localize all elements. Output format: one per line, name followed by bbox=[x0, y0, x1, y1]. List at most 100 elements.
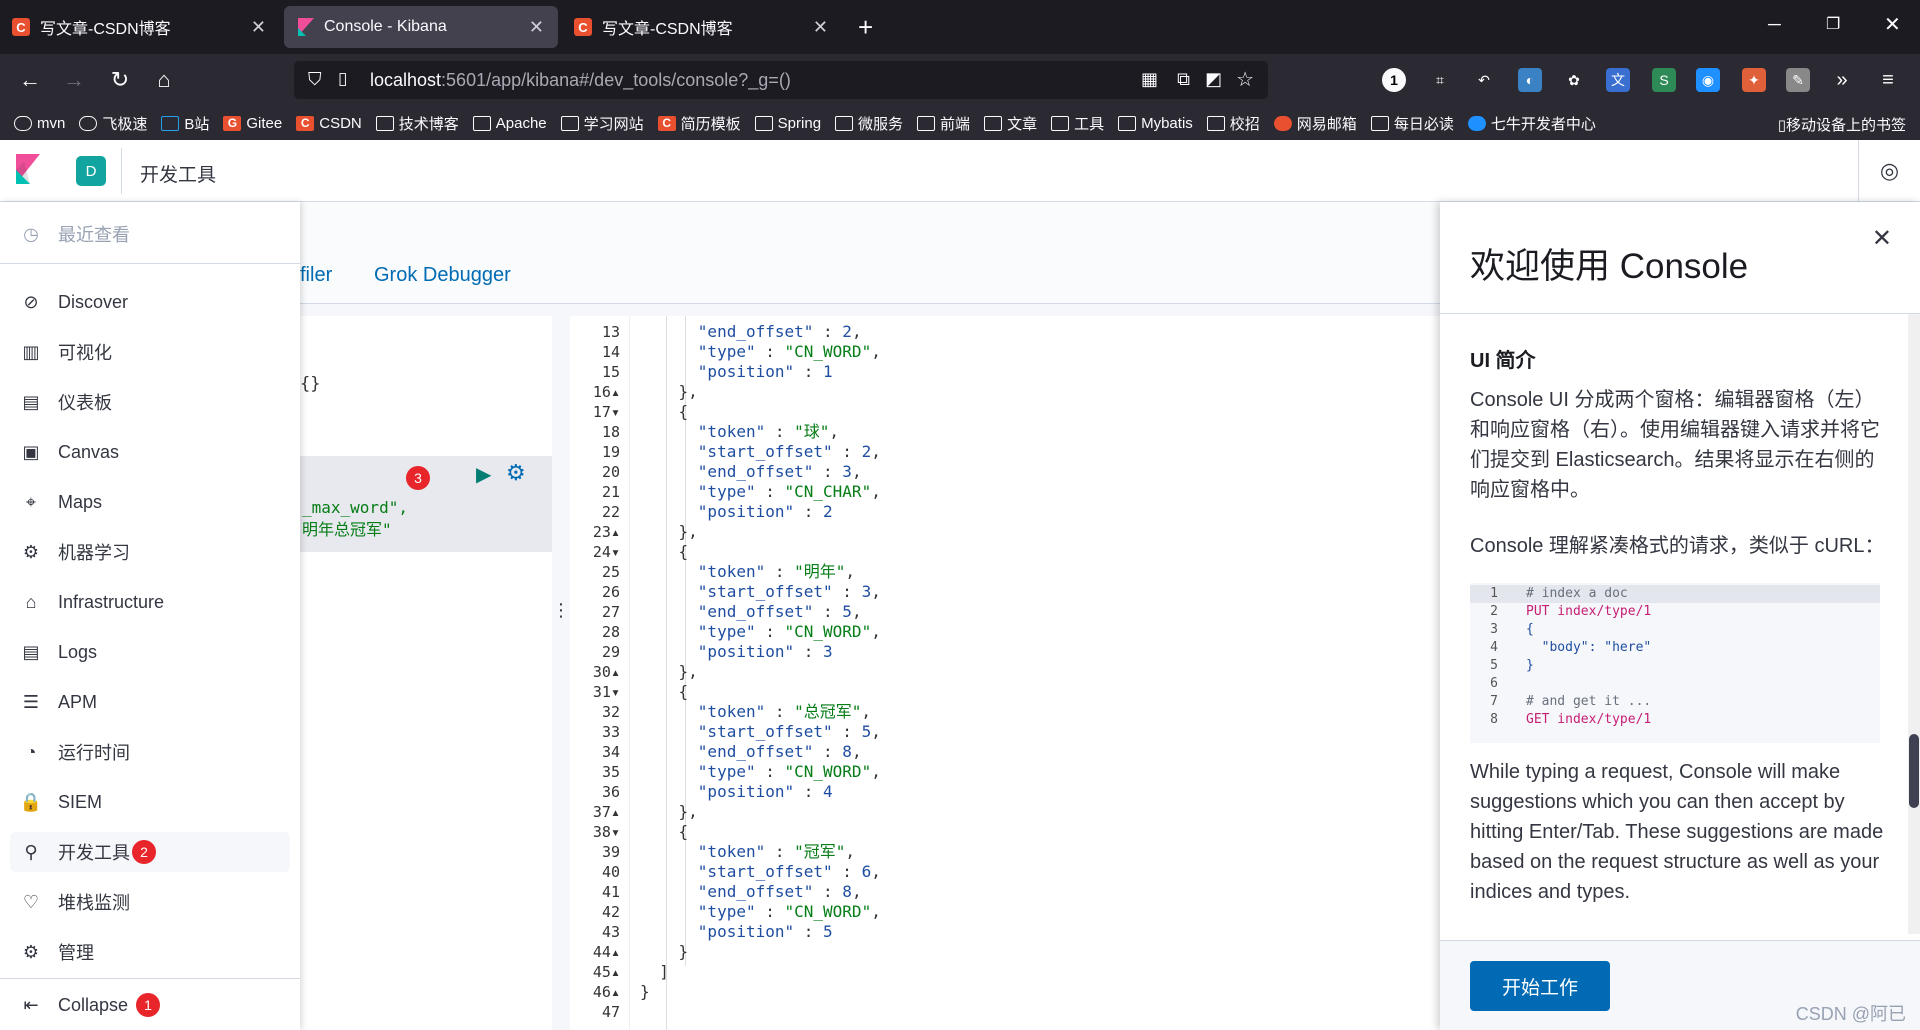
editor-active-request[interactable]: 3 ▶ ⚙ _max_word", 明年总冠军" bbox=[300, 456, 552, 552]
s-ext-icon[interactable]: S bbox=[1652, 68, 1676, 92]
reload-icon[interactable]: ↻ bbox=[106, 66, 134, 94]
bookmark-item[interactable]: C CSDN bbox=[296, 115, 362, 132]
canvas-icon: ▣ bbox=[22, 441, 40, 462]
mobile-bookmarks[interactable]: ▯移动设备上的书签 bbox=[1778, 114, 1906, 135]
line-number: 15 bbox=[601, 363, 620, 381]
sidebar-item[interactable]: 🔒 SIEM bbox=[10, 782, 290, 822]
code-line: } bbox=[1526, 658, 1534, 673]
sidebar-item[interactable]: ▥ 可视化 bbox=[10, 332, 290, 372]
one-icon[interactable]: 1 bbox=[1382, 68, 1406, 92]
recent-item[interactable]: ◷ 最近查看 bbox=[10, 214, 290, 254]
browser-tab-active[interactable]: Console - Kibana ✕ bbox=[284, 6, 558, 48]
minimize-icon[interactable]: ─ bbox=[1768, 14, 1781, 35]
browser-tab[interactable]: C 写文章-CSDN博客 ✕ bbox=[562, 6, 842, 48]
response-line: "end_offset" : 5, bbox=[697, 602, 862, 621]
page-icon[interactable]: ▯ bbox=[338, 69, 347, 89]
bookmark-folder[interactable]: Spring bbox=[754, 115, 821, 132]
tab-grok-debugger[interactable]: Grok Debugger bbox=[374, 264, 511, 287]
line-number: 30▴ bbox=[592, 663, 620, 681]
response-pane[interactable]: "end_offset" : 2, "type" : "CN_WORD", "p… bbox=[630, 316, 1440, 1030]
bookmark-item[interactable]: 飞极速 bbox=[79, 113, 147, 134]
bookmark-folder[interactable]: 学习网站 bbox=[560, 113, 644, 134]
palette-icon[interactable]: ✿ bbox=[1562, 68, 1586, 92]
restore-icon[interactable]: ❐ bbox=[1826, 14, 1840, 34]
sidebar-item[interactable]: ▤ 仪表板 bbox=[10, 382, 290, 422]
collapse-button[interactable]: ⇤ Collapse 1 bbox=[10, 985, 290, 1025]
code-line: GET index/type/1 bbox=[1526, 712, 1652, 727]
bookmark-item[interactable]: 网易邮箱 bbox=[1273, 113, 1357, 134]
rss-ext-icon[interactable]: ◉ bbox=[1696, 68, 1720, 92]
bookmark-item[interactable]: 七牛开发者中心 bbox=[1467, 113, 1596, 134]
sidebar-item[interactable]: ⌂ Infrastructure bbox=[10, 582, 290, 622]
bookmark-folder[interactable]: 校招 bbox=[1206, 113, 1260, 134]
new-tab-button[interactable]: + bbox=[858, 12, 873, 43]
kibana-logo[interactable] bbox=[16, 154, 46, 188]
forward-arrow-icon[interactable]: → bbox=[60, 66, 88, 94]
sidebar-item[interactable]: ▤ Logs bbox=[10, 632, 290, 672]
breadcrumb[interactable]: 开发工具 bbox=[140, 160, 216, 187]
gift-ext-icon[interactable]: ✦ bbox=[1742, 68, 1766, 92]
bookmark-folder[interactable]: 微服务 bbox=[835, 113, 903, 134]
space-avatar[interactable]: D bbox=[76, 156, 106, 186]
bookmark-folder[interactable]: 每日必读 bbox=[1370, 113, 1454, 134]
bookmark-folder[interactable]: 工具 bbox=[1051, 113, 1104, 134]
note-ext-icon[interactable]: ✎ bbox=[1786, 68, 1810, 92]
close-icon[interactable]: ✕ bbox=[813, 17, 828, 38]
wrench-icon[interactable]: ⚙ bbox=[506, 460, 526, 486]
sidebar-item[interactable]: ⚙ 机器学习 bbox=[10, 532, 290, 572]
sidebar-item[interactable]: ⚲ 开发工具 2 bbox=[10, 832, 290, 872]
pane-resizer[interactable]: ⋮ bbox=[552, 316, 570, 1030]
bookmark-item[interactable]: G Gitee bbox=[223, 115, 282, 132]
code-example: 1 # index a doc 2 PUT index/type/1 3 {4 "body… bbox=[1470, 583, 1880, 743]
scrollbar-thumb[interactable] bbox=[1909, 734, 1919, 808]
sidebar-item[interactable]: ☰ APM bbox=[10, 682, 290, 722]
sync-icon[interactable]: ◐ bbox=[1518, 68, 1542, 92]
bookmark-item[interactable]: mvn bbox=[14, 115, 65, 132]
bookmark-folder[interactable]: Apache bbox=[472, 115, 547, 132]
logs-icon: ▤ bbox=[22, 641, 40, 662]
shield-icon[interactable]: ⛉ bbox=[308, 69, 322, 90]
browser-tab[interactable]: C 写文章-CSDN博客 ✕ bbox=[0, 6, 280, 48]
help-icon[interactable]: ◎ bbox=[1858, 140, 1920, 202]
sidebar-item[interactable]: ♡ 堆栈监测 bbox=[10, 882, 290, 922]
sidebar-item[interactable]: ⊘ Discover bbox=[10, 282, 290, 322]
extension-icon[interactable]: ◩ bbox=[1205, 69, 1222, 90]
bookmark-folder[interactable]: 前端 bbox=[917, 113, 970, 134]
bookmark-folder[interactable]: Mybatis bbox=[1118, 115, 1193, 132]
bookmark-folder[interactable]: 文章 bbox=[984, 113, 1037, 134]
sidebar-item[interactable]: ▣ Canvas bbox=[10, 432, 290, 472]
close-icon[interactable]: ✕ bbox=[529, 17, 544, 38]
undo-icon[interactable]: ↶ bbox=[1472, 68, 1496, 92]
qr-code-icon[interactable]: ▦ bbox=[1141, 69, 1158, 90]
response-line: "start_offset" : 5, bbox=[697, 722, 881, 741]
crop-icon[interactable]: ⌗ bbox=[1428, 68, 1452, 92]
overflow-icon[interactable]: » bbox=[1830, 68, 1854, 92]
bookmark-item[interactable]: C 简历模板 bbox=[657, 113, 741, 134]
back-arrow-icon[interactable]: ← bbox=[16, 66, 44, 94]
sidebar-item[interactable]: ⚙ 管理 bbox=[10, 932, 290, 972]
collapse-nav[interactable]: ⇤ Collapse 1 bbox=[0, 978, 300, 1030]
line-number: 38▾ bbox=[592, 823, 620, 841]
sidebar-item[interactable]: ⌖ Maps bbox=[10, 482, 290, 522]
sidebar-item-label: 堆栈监测 bbox=[58, 893, 130, 913]
close-window-icon[interactable]: ✕ bbox=[1884, 12, 1901, 37]
play-icon[interactable]: ▶ bbox=[476, 462, 491, 487]
bookmark-folder[interactable]: 技术博客 bbox=[375, 113, 459, 134]
line-number: 47 bbox=[601, 1003, 620, 1021]
address-bar[interactable]: ⛉ ▯ localhost:5601/app/kibana#/dev_tools… bbox=[294, 61, 1268, 99]
bookmark-item[interactable]: B站 bbox=[161, 113, 209, 134]
recently-viewed[interactable]: ◷ 最近查看 bbox=[0, 202, 300, 264]
get-started-button[interactable]: 开始工作 bbox=[1470, 961, 1610, 1011]
close-icon[interactable]: ✕ bbox=[1872, 224, 1892, 253]
close-icon[interactable]: ✕ bbox=[251, 17, 266, 38]
response-line: "end_offset" : 2, bbox=[697, 322, 862, 341]
tab-profiler[interactable]: filer bbox=[300, 264, 332, 287]
sidebar-item[interactable]: ◔ 运行时间 bbox=[10, 732, 290, 772]
translate-ext-icon[interactable]: 文 bbox=[1606, 68, 1630, 92]
menu-icon[interactable]: ≡ bbox=[1876, 68, 1900, 92]
editor-pane[interactable]: {} 3 ▶ ⚙ _max_word", 明年总冠军" bbox=[300, 316, 552, 1030]
home-icon[interactable]: ⌂ bbox=[150, 66, 178, 94]
star-icon[interactable]: ☆ bbox=[1236, 67, 1254, 92]
translate-icon[interactable]: ⧉ bbox=[1177, 69, 1190, 90]
flyout-scrollbar[interactable] bbox=[1908, 314, 1920, 934]
